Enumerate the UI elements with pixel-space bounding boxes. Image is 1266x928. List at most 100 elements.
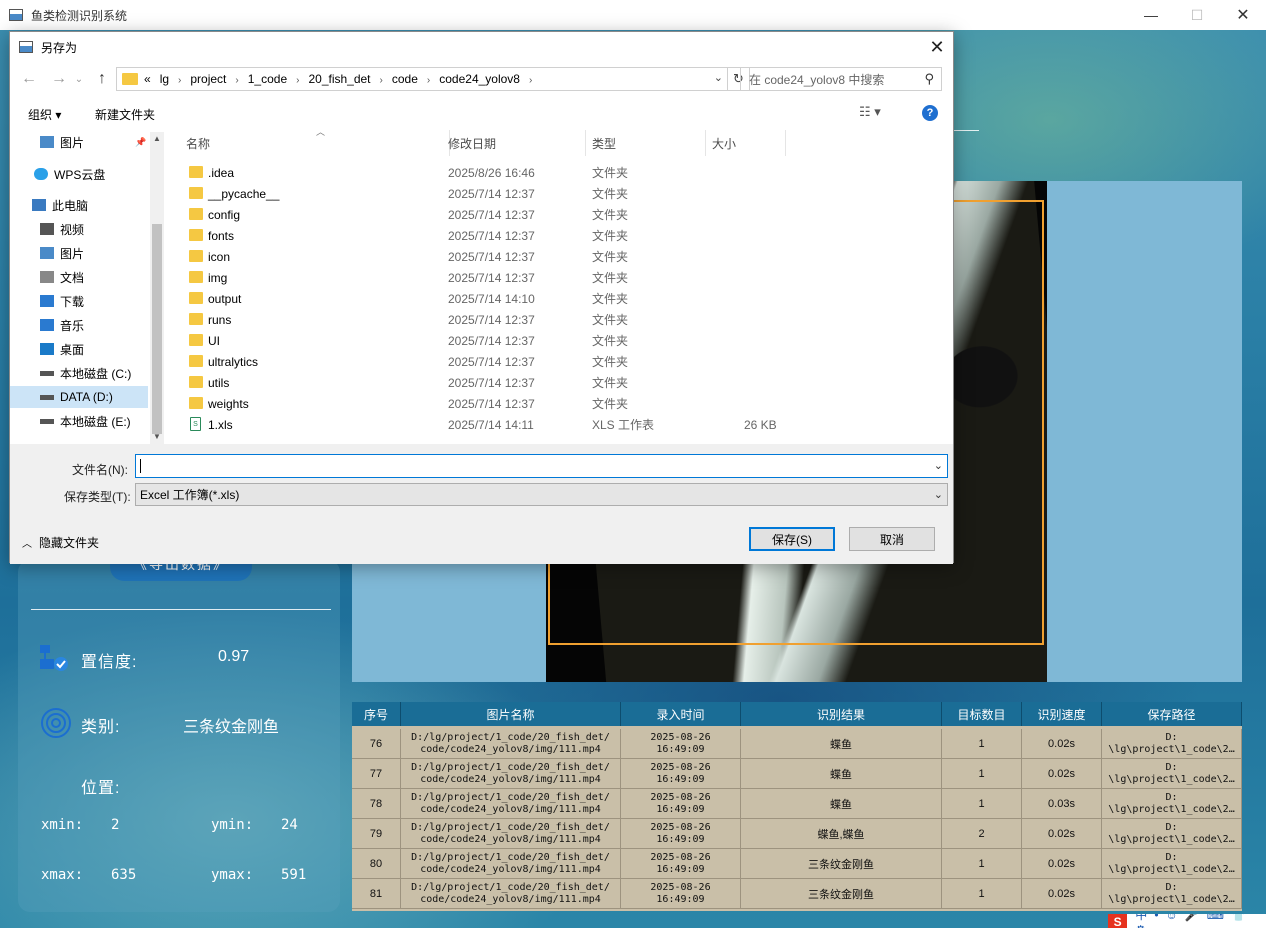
breadcrumb-item[interactable]: lg (160, 72, 169, 86)
nav-item[interactable]: 音乐 (10, 314, 148, 336)
breadcrumb-separator-icon[interactable]: › (235, 75, 238, 86)
breadcrumb-item[interactable]: code (392, 72, 418, 86)
breadcrumb-separator-icon[interactable]: › (427, 75, 430, 86)
scroll-up-icon[interactable]: ▲ (153, 134, 161, 143)
col-header-image-name[interactable]: 图片名称 (401, 702, 621, 726)
nav-item[interactable]: 图片 📌 (10, 131, 148, 153)
file-name: ultralytics (208, 354, 259, 369)
nav-item[interactable]: 文档 (10, 266, 148, 288)
col-header-size[interactable]: 大小 (706, 130, 786, 156)
back-arrow-icon[interactable]: ← (18, 66, 40, 92)
recent-chevron-icon[interactable]: ⌄ (68, 66, 90, 92)
breadcrumb-separator-icon[interactable]: › (529, 75, 532, 86)
address-dropdown-icon[interactable]: ⌄ (714, 71, 723, 84)
file-row[interactable]: utils 2025/7/14 12:37 文件夹 (172, 372, 792, 393)
file-name: weights (208, 396, 249, 411)
file-row[interactable]: S 1.xls 2025/7/14 14:11 XLS 工作表 26 KB (172, 414, 792, 435)
nav-item[interactable]: 桌面 (10, 338, 148, 360)
scroll-thumb[interactable] (152, 224, 162, 434)
file-row[interactable]: weights 2025/7/14 12:37 文件夹 (172, 393, 792, 414)
tray-item[interactable]: ⌨ (1207, 914, 1224, 922)
col-header-save-path[interactable]: 保存路径 (1102, 702, 1242, 726)
file-row[interactable]: __pycache__ 2025/7/14 12:37 文件夹 (172, 183, 792, 204)
col-header-count[interactable]: 目标数目 (942, 702, 1022, 726)
address-bar[interactable]: « lg › project › 1_code › 20_fish_det › code › code… (116, 67, 728, 91)
table-row[interactable]: 80 D:/lg/project/1_code/20_fish_det/ code… (352, 849, 1242, 879)
file-name: output (208, 291, 242, 306)
folder-icon (189, 271, 203, 283)
view-options-icon[interactable]: ☷ ▾ (859, 104, 881, 120)
file-date: 2025/7/14 12:37 (448, 207, 535, 222)
filename-field[interactable]: ⌄ (135, 454, 948, 478)
col-header-speed[interactable]: 识别速度 (1022, 702, 1102, 726)
table-row[interactable]: 81 D:/lg/project/1_code/20_fish_det/ code… (352, 879, 1242, 909)
file-type: 文件夹 (592, 292, 629, 306)
results-table[interactable]: 序号 图片名称 录入时间 识别结果 目标数目 识别速度 保存路径 76 D:/lg… (352, 702, 1242, 911)
breadcrumb-item[interactable]: code24_yolov8 (439, 72, 520, 86)
hide-folders-toggle[interactable]: ︿ 隐藏文件夹 (22, 534, 99, 551)
nav-item[interactable]: DATA (D:) (10, 386, 148, 408)
nav-item[interactable]: 视频 (10, 218, 148, 240)
breadcrumb-item[interactable]: project (190, 72, 226, 86)
file-row[interactable]: runs 2025/7/14 12:37 文件夹 (172, 309, 792, 330)
up-arrow-icon[interactable]: ↑ (91, 66, 113, 92)
tray-item[interactable]: ⚙ (1135, 923, 1146, 928)
file-row[interactable]: UI 2025/7/14 12:37 文件夹 (172, 330, 792, 351)
scroll-down-icon[interactable]: ▼ (153, 432, 161, 441)
dialog-close-icon[interactable]: ✕ (921, 32, 953, 62)
filetype-dropdown-icon[interactable]: ⌄ (934, 488, 943, 501)
file-row[interactable]: output 2025/7/14 14:10 文件夹 (172, 288, 792, 309)
pin-icon[interactable]: 📌 (135, 137, 146, 148)
cancel-button[interactable]: 取消 (849, 527, 935, 551)
maximize-icon[interactable]: ☐ (1174, 0, 1220, 30)
file-name: .idea (208, 165, 235, 180)
search-input[interactable]: 在 code24_yolov8 中搜索 ⚲ (740, 67, 942, 91)
col-header-index[interactable]: 序号 (352, 702, 401, 726)
nav-item[interactable]: WPS云盘 (10, 163, 148, 185)
file-row[interactable]: icon 2025/7/14 12:37 文件夹 (172, 246, 792, 267)
table-row[interactable]: 77 D:/lg/project/1_code/20_fish_det/ code… (352, 759, 1242, 789)
new-folder-button[interactable]: 新建文件夹 (95, 106, 155, 123)
nav-item[interactable]: 本地磁盘 (C:) (10, 362, 148, 384)
forward-arrow-icon[interactable]: → (48, 66, 70, 92)
file-row[interactable]: fonts 2025/7/14 12:37 文件夹 (172, 225, 792, 246)
breadcrumb-separator-icon[interactable]: › (178, 75, 181, 86)
confidence-value: 0.97 (218, 648, 250, 665)
filename-dropdown-icon[interactable]: ⌄ (934, 459, 943, 472)
ymax-label: ymax: (211, 867, 254, 883)
save-button[interactable]: 保存(S) (749, 527, 835, 551)
tray-item[interactable]: 中 (1135, 914, 1147, 922)
table-row[interactable]: 76 D:/lg/project/1_code/20_fish_det/ code… (352, 729, 1242, 759)
minimize-icon[interactable]: — (1128, 0, 1174, 30)
help-icon[interactable]: ? (922, 105, 938, 121)
nav-pane-scrollbar[interactable]: ▲ ▼ (150, 132, 164, 444)
col-header-name[interactable]: 名称 ︿ (180, 127, 450, 156)
file-row[interactable]: img 2025/7/14 12:37 文件夹 (172, 267, 792, 288)
table-row[interactable]: 78 D:/lg/project/1_code/20_fish_det/ code… (352, 789, 1242, 819)
tray-item[interactable]: ☺ (1166, 914, 1178, 922)
table-row[interactable]: 79 D:/lg/project/1_code/20_fish_det/ code… (352, 819, 1242, 849)
sogou-ime-icon[interactable]: S (1108, 914, 1128, 928)
file-row[interactable]: .idea 2025/8/26 16:46 文件夹 (172, 162, 792, 183)
col-header-time[interactable]: 录入时间 (621, 702, 741, 726)
col-header-result[interactable]: 识别结果 (741, 702, 942, 726)
col-header-date[interactable]: 修改日期 (442, 130, 586, 156)
breadcrumb-item[interactable]: 20_fish_det (308, 72, 370, 86)
tray-item[interactable]: 👕 (1231, 914, 1246, 922)
nav-item[interactable]: 图片 (10, 242, 148, 264)
breadcrumb-item[interactable]: 1_code (248, 72, 287, 86)
tray-item[interactable]: 🎤 (1185, 914, 1200, 922)
nav-item[interactable]: 本地磁盘 (E:) (10, 410, 148, 432)
tray-item[interactable]: • (1154, 914, 1158, 922)
breadcrumb-separator-icon[interactable]: › (380, 75, 383, 86)
organize-menu[interactable]: 组织 ▾ (28, 106, 61, 123)
nav-item[interactable]: 此电脑 (10, 194, 148, 216)
col-header-type[interactable]: 类型 (586, 130, 706, 156)
nav-item[interactable]: 下载 (10, 290, 148, 312)
close-icon[interactable]: ✕ (1220, 0, 1266, 30)
breadcrumb-item[interactable]: « (144, 72, 151, 86)
file-row[interactable]: config 2025/7/14 12:37 文件夹 (172, 204, 792, 225)
breadcrumb-separator-icon[interactable]: › (296, 75, 299, 86)
filetype-select[interactable]: Excel 工作簿(*.xls) ⌄ (135, 483, 948, 506)
file-row[interactable]: ultralytics 2025/7/14 12:37 文件夹 (172, 351, 792, 372)
